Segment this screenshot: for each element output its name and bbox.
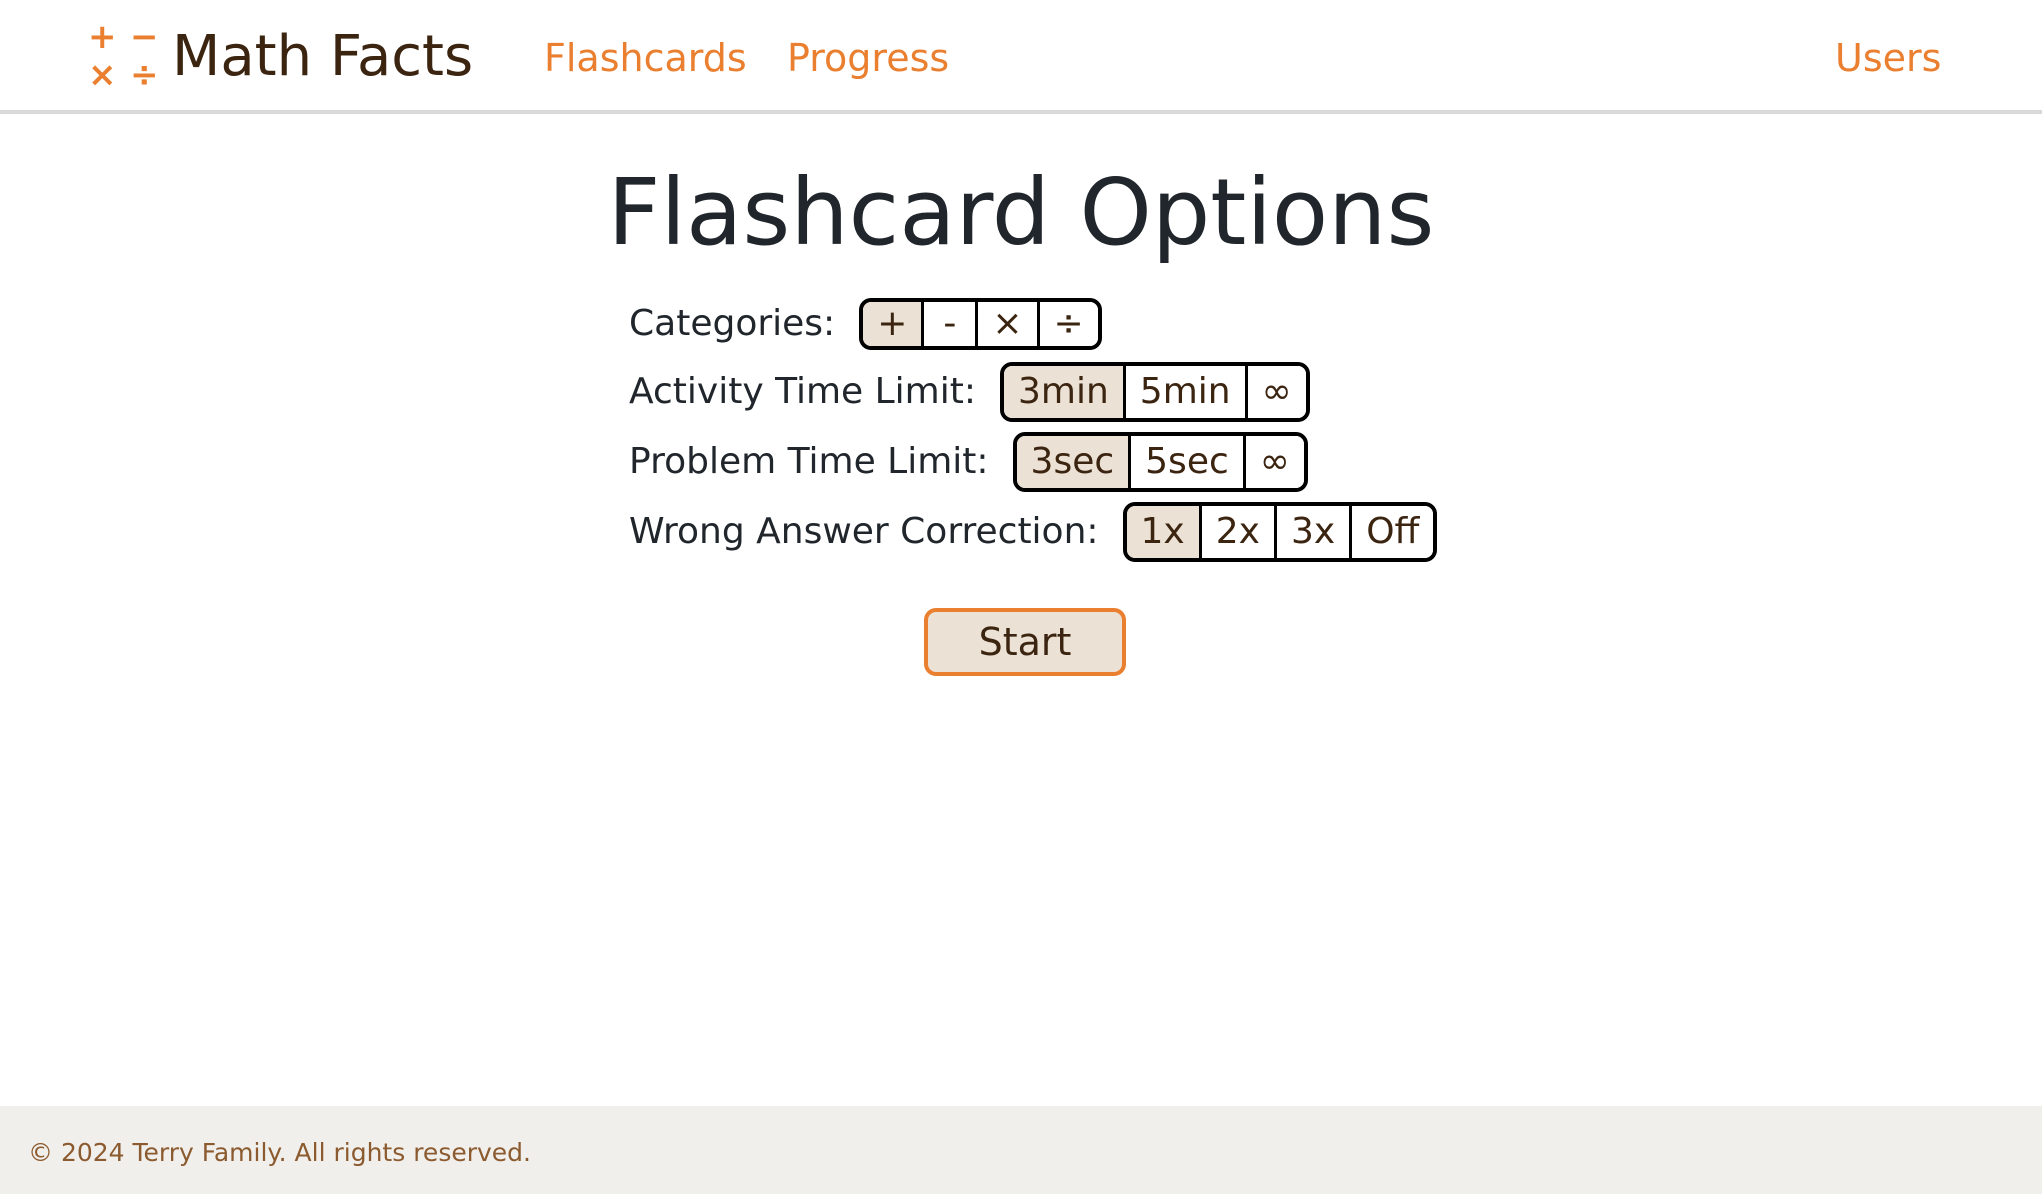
nav-flashcards-link[interactable]: Flashcards: [544, 30, 747, 86]
categories-label: Categories:: [629, 303, 836, 344]
nav-progress-link[interactable]: Progress: [787, 30, 949, 86]
category-division-button[interactable]: ÷: [1036, 302, 1098, 346]
problem-3sec-button[interactable]: 3sec: [1016, 436, 1129, 488]
wrong-answer-correction-label: Wrong Answer Correction:: [629, 511, 1099, 552]
copyright-text: © 2024 Terry Family. All rights reserved…: [28, 1138, 531, 1167]
page-title: Flashcard Options: [607, 159, 1435, 266]
wrong-answer-correction-segmented-control: 1x 2x 3x Off: [1122, 502, 1438, 562]
problem-time-limit-label: Problem Time Limit:: [629, 441, 989, 482]
wrong-answer-correction-row: Wrong Answer Correction: 1x 2x 3x Off: [629, 502, 1438, 562]
activity-time-limit-row: Activity Time Limit: 3min 5min ∞: [629, 362, 1310, 422]
brand-logo-link[interactable]: + − × ÷ Math Facts: [86, 20, 473, 94]
activity-time-limit-segmented-control: 3min 5min ∞: [1000, 362, 1310, 422]
correction-1x-button[interactable]: 1x: [1126, 506, 1199, 558]
categories-option-row: Categories: + - × ÷: [629, 294, 1102, 354]
start-button[interactable]: Start: [924, 608, 1126, 676]
top-nav-bar: + − × ÷ Math Facts Flashcards Progress U…: [0, 0, 2042, 114]
category-subtraction-button[interactable]: -: [921, 302, 976, 346]
divide-symbol: ÷: [130, 55, 159, 95]
activity-time-limit-label: Activity Time Limit:: [629, 371, 976, 412]
minus-symbol: −: [130, 17, 159, 57]
times-symbol: ×: [88, 55, 117, 95]
brand-name: Math Facts: [172, 24, 474, 89]
category-addition-button[interactable]: +: [863, 302, 922, 346]
math-symbols-icon: + − × ÷: [86, 20, 166, 94]
problem-time-limit-segmented-control: 3sec 5sec ∞: [1012, 432, 1308, 492]
problem-time-limit-row: Problem Time Limit: 3sec 5sec ∞: [629, 432, 1308, 492]
activity-unlimited-button[interactable]: ∞: [1244, 366, 1306, 418]
problem-unlimited-button[interactable]: ∞: [1242, 436, 1304, 488]
correction-3x-button[interactable]: 3x: [1273, 506, 1350, 558]
correction-2x-button[interactable]: 2x: [1198, 506, 1274, 558]
nav-users-link[interactable]: Users: [1835, 30, 1941, 86]
categories-segmented-control: + - × ÷: [859, 298, 1102, 350]
category-multiplication-button[interactable]: ×: [975, 302, 1037, 346]
page: + − × ÷ Math Facts Flashcards Progress U…: [0, 0, 2042, 1194]
plus-symbol: +: [88, 17, 117, 57]
activity-5min-button[interactable]: 5min: [1122, 366, 1245, 418]
correction-off-button[interactable]: Off: [1349, 506, 1434, 558]
problem-5sec-button[interactable]: 5sec: [1128, 436, 1243, 488]
activity-3min-button[interactable]: 3min: [1004, 366, 1123, 418]
footer: © 2024 Terry Family. All rights reserved…: [0, 1106, 2042, 1194]
